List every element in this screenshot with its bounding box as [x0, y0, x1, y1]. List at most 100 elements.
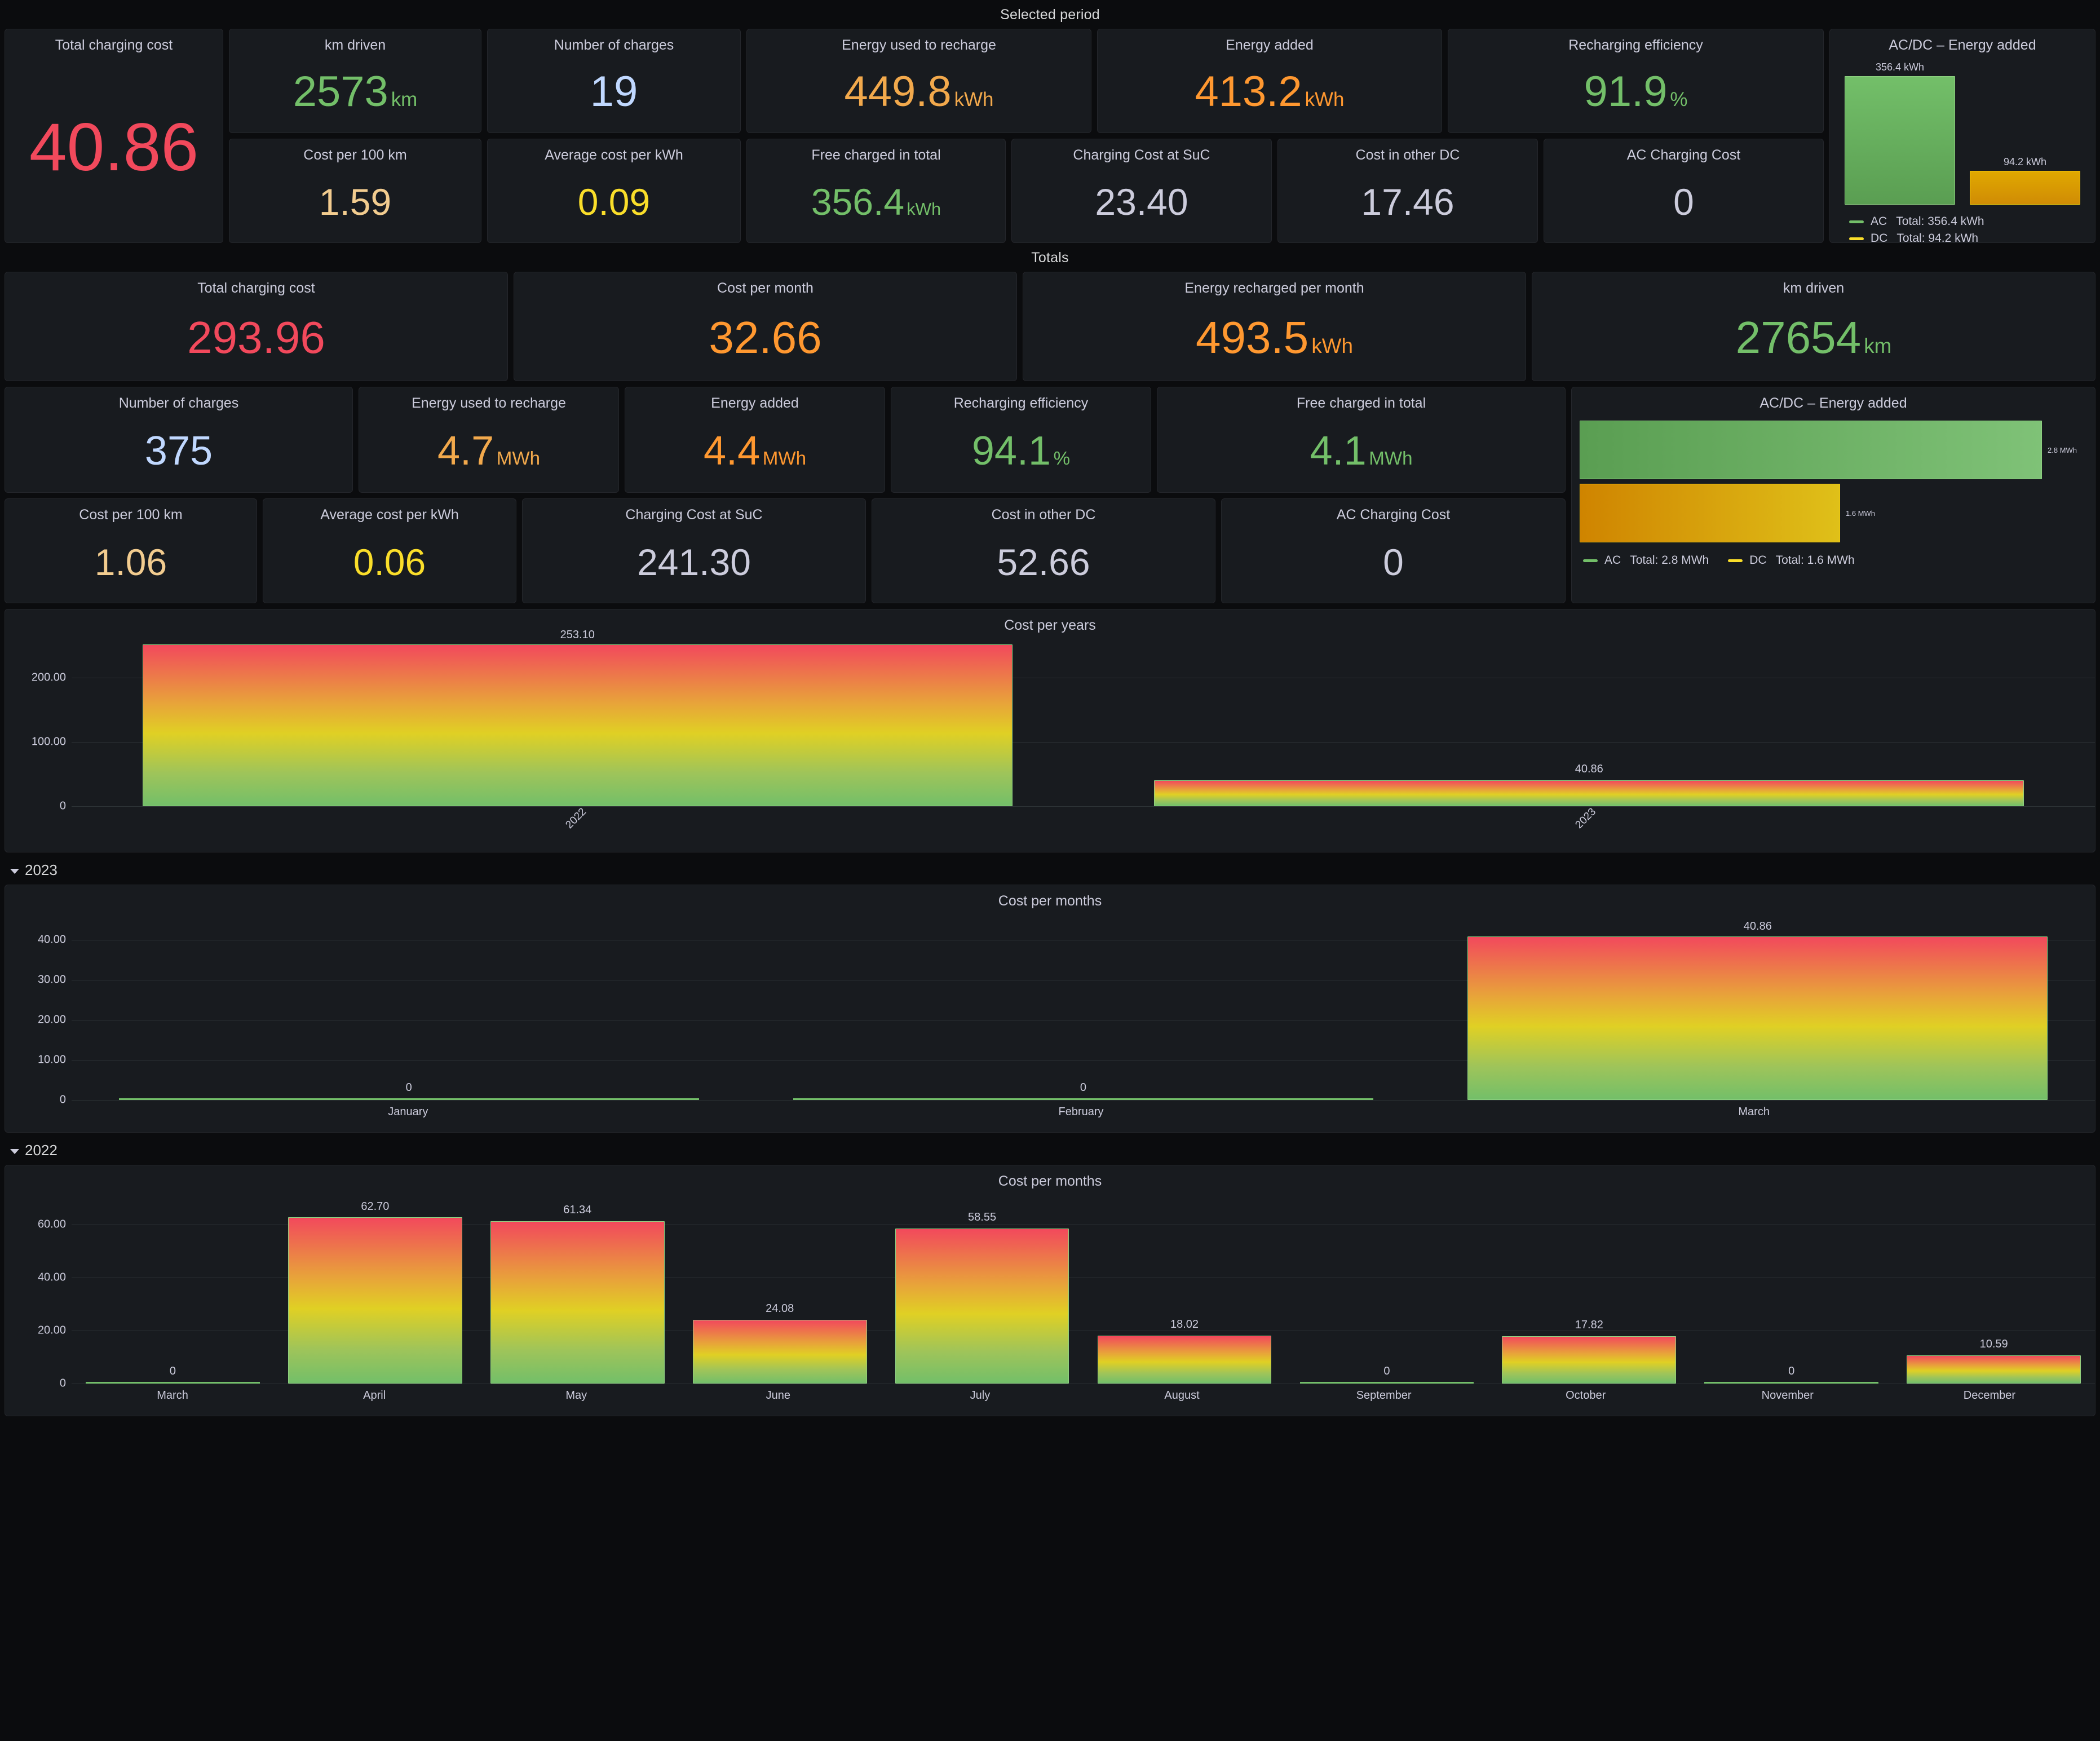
stat-panel-cost-per-100km[interactable]: Cost per 100 km 1.59: [229, 139, 481, 243]
acdc-bar-dc: [1970, 171, 2080, 205]
stat-number: 19: [590, 70, 638, 113]
chevron-down-icon[interactable]: [10, 869, 19, 874]
stat-panel-totals-cost-per-100km[interactable]: Cost per 100 km 1.06: [5, 498, 257, 603]
panel-title: Number of charges: [488, 29, 740, 54]
bar-slot-2022[interactable]: 253.10: [72, 637, 1084, 806]
stat-panel-totals-average-cost-per-kwh[interactable]: Average cost per kWh 0.06: [263, 498, 516, 603]
chart-panel-cost-per-months-2022[interactable]: Cost per months 0 20.00 40.00 60.00 0: [5, 1165, 2095, 1416]
bar-slot-february[interactable]: 0: [746, 913, 1420, 1100]
stat-value: 356.4 kWh: [811, 183, 941, 220]
stat-unit: kWh: [954, 90, 994, 110]
panel-title: AC Charging Cost: [1222, 499, 1565, 523]
stat-panel-totals-energy-recharged-per-month[interactable]: Energy recharged per month 493.5 kWh: [1023, 272, 1526, 381]
x-tick-label-june: June: [677, 1389, 879, 1402]
stat-panel-totals-cost-in-other-dc[interactable]: Cost in other DC 52.66: [872, 498, 1215, 603]
acdc-legend-totals: AC Total: 2.8 MWh DC Total: 1.6 MWh: [1572, 550, 2095, 572]
panel-title: Total charging cost: [5, 272, 507, 297]
bar-slot-october[interactable]: 17.82: [1488, 1193, 1690, 1384]
chart-panel-acdc-energy-added-totals[interactable]: AC/DC – Energy added 2.8 MWh 1.6 MWh AC …: [1571, 387, 2095, 603]
bar-slot-2023[interactable]: 40.86: [1084, 637, 2095, 806]
panel-title: Cost per 100 km: [5, 499, 257, 523]
stat-panel-charging-cost-at-suc[interactable]: Charging Cost at SuC 23.40: [1011, 139, 1272, 243]
legend-color-swatch-dc: [1728, 559, 1743, 562]
bar-slot-april[interactable]: 62.70: [274, 1193, 476, 1384]
stat-panel-total-charging-cost[interactable]: Total charging cost 40.86: [5, 29, 223, 243]
stat-panel-totals-number-of-charges[interactable]: Number of charges 375: [5, 387, 353, 493]
stat-number: 2573: [293, 70, 388, 113]
bar-value-label: 0: [406, 1081, 412, 1094]
stat-panel-totals-recharging-efficiency[interactable]: Recharging efficiency 94.1 %: [891, 387, 1151, 493]
stat-value: 0: [1383, 543, 1404, 581]
y-tick-label: 0: [60, 1094, 66, 1107]
stat-number: 27654: [1736, 315, 1861, 360]
y-axis: 0 10.00 20.00 30.00 40.00: [5, 913, 72, 1100]
legend-item[interactable]: DC Total: 1.6 MWh: [1728, 554, 1854, 567]
stat-value: 293.96: [187, 315, 325, 360]
chart-panel-cost-per-years[interactable]: Cost per years 0 100.00 200.00 253.10: [5, 609, 2095, 852]
stat-panel-energy-used-to-recharge[interactable]: Energy used to recharge 449.8 kWh: [746, 29, 1091, 133]
bar-slot-june[interactable]: 24.08: [679, 1193, 881, 1384]
legend-item[interactable]: AC Total: 2.8 MWh: [1583, 554, 1709, 567]
legend-color-swatch-dc: [1849, 237, 1864, 240]
totals-row-3: Cost per 100 km 1.06 Average cost per kW…: [5, 498, 1566, 603]
stat-unit: %: [1054, 449, 1070, 468]
stat-panel-recharging-efficiency[interactable]: Recharging efficiency 91.9 %: [1448, 29, 1824, 133]
panel-title: AC/DC – Energy added: [1830, 29, 2095, 57]
y-tick-label: 60.00: [38, 1218, 66, 1231]
bar-september: [1300, 1382, 1474, 1384]
stat-panel-cost-in-other-dc[interactable]: Cost in other DC 17.46: [1277, 139, 1538, 243]
stat-panel-totals-ac-charging-cost[interactable]: AC Charging Cost 0: [1221, 498, 1566, 603]
row-header-2023[interactable]: 2023: [0, 852, 2100, 885]
stat-panel-km-driven[interactable]: km driven 2573 km: [229, 29, 481, 133]
stat-panel-totals-total-charging-cost[interactable]: Total charging cost 293.96: [5, 272, 508, 381]
legend-series-name: DC: [1871, 232, 1887, 245]
bar-slot-november[interactable]: 0: [1690, 1193, 1893, 1384]
chart-panel-cost-per-months-2023[interactable]: Cost per months 0 10.00 20.00 30.00 40.0…: [5, 885, 2095, 1133]
panel-title: Recharging efficiency: [891, 387, 1151, 412]
stat-value: 4.1 MWh: [1310, 431, 1413, 471]
stat-panel-free-charged-in-total[interactable]: Free charged in total 356.4 kWh: [746, 139, 1006, 243]
stat-panel-number-of-charges[interactable]: Number of charges 19: [487, 29, 741, 133]
bar-slot-january[interactable]: 0: [72, 913, 746, 1100]
bar-slot-september[interactable]: 0: [1285, 1193, 1488, 1384]
legend-item[interactable]: DC Total: 94.2 kWh: [1849, 232, 2095, 245]
x-tick-label-february: February: [745, 1106, 1418, 1119]
bar-slot-july[interactable]: 58.55: [881, 1193, 1084, 1384]
stat-number: 241.30: [637, 543, 751, 581]
bar-may: [490, 1221, 665, 1384]
stat-panel-totals-energy-added[interactable]: Energy added 4.4 MWh: [625, 387, 885, 493]
bar-slot-march[interactable]: 0: [72, 1193, 274, 1384]
stat-panel-totals-cost-per-month[interactable]: Cost per month 32.66: [514, 272, 1017, 381]
stat-panel-totals-charging-cost-at-suc[interactable]: Charging Cost at SuC 241.30: [522, 498, 866, 603]
stat-panel-average-cost-per-kwh[interactable]: Average cost per kWh 0.09: [487, 139, 741, 243]
stat-value: 0: [1673, 183, 1694, 220]
stat-number: 0: [1673, 183, 1694, 220]
section-title-totals: Totals: [0, 243, 2100, 272]
acdc-h-row-dc: 1.6 MWh: [1580, 484, 2087, 542]
bar-slot-august[interactable]: 18.02: [1084, 1193, 1286, 1384]
chevron-down-icon[interactable]: [10, 1149, 19, 1154]
stat-panel-ac-charging-cost[interactable]: AC Charging Cost 0: [1544, 139, 1824, 243]
panel-title: Charging Cost at SuC: [1012, 139, 1271, 164]
y-axis: 0 100.00 200.00: [5, 637, 72, 806]
stat-number: 1.06: [95, 543, 167, 581]
panel-title: Energy recharged per month: [1023, 272, 1526, 297]
row-header-2022[interactable]: 2022: [0, 1133, 2100, 1165]
bar-slot-december[interactable]: 10.59: [1893, 1193, 2095, 1384]
x-tick-label-2023: 2023: [1081, 812, 2091, 851]
stat-number: 52.66: [997, 543, 1090, 581]
legend-item[interactable]: AC Total: 356.4 kWh: [1849, 215, 2095, 228]
stat-value: 52.66: [997, 543, 1090, 581]
stat-number: 356.4: [811, 183, 904, 220]
stat-value: 413.2 kWh: [1195, 70, 1345, 113]
stat-value: 449.8 kWh: [845, 70, 994, 113]
bar-slot-may[interactable]: 61.34: [476, 1193, 679, 1384]
stat-panel-totals-free-charged-in-total[interactable]: Free charged in total 4.1 MWh: [1157, 387, 1566, 493]
stat-panel-energy-added[interactable]: Energy added 413.2 kWh: [1097, 29, 1442, 133]
bar-slot-march[interactable]: 40.86: [1421, 913, 2095, 1100]
bar-2022: [143, 644, 1013, 806]
stat-panel-totals-km-driven[interactable]: km driven 27654 km: [1532, 272, 2095, 381]
panel-title: Cost per years: [5, 609, 2095, 637]
stat-panel-totals-energy-used-to-recharge[interactable]: Energy used to recharge 4.7 MWh: [359, 387, 619, 493]
chart-panel-acdc-energy-added-period[interactable]: AC/DC – Energy added 356.4 kWh 94.2 kWh: [1829, 29, 2095, 243]
